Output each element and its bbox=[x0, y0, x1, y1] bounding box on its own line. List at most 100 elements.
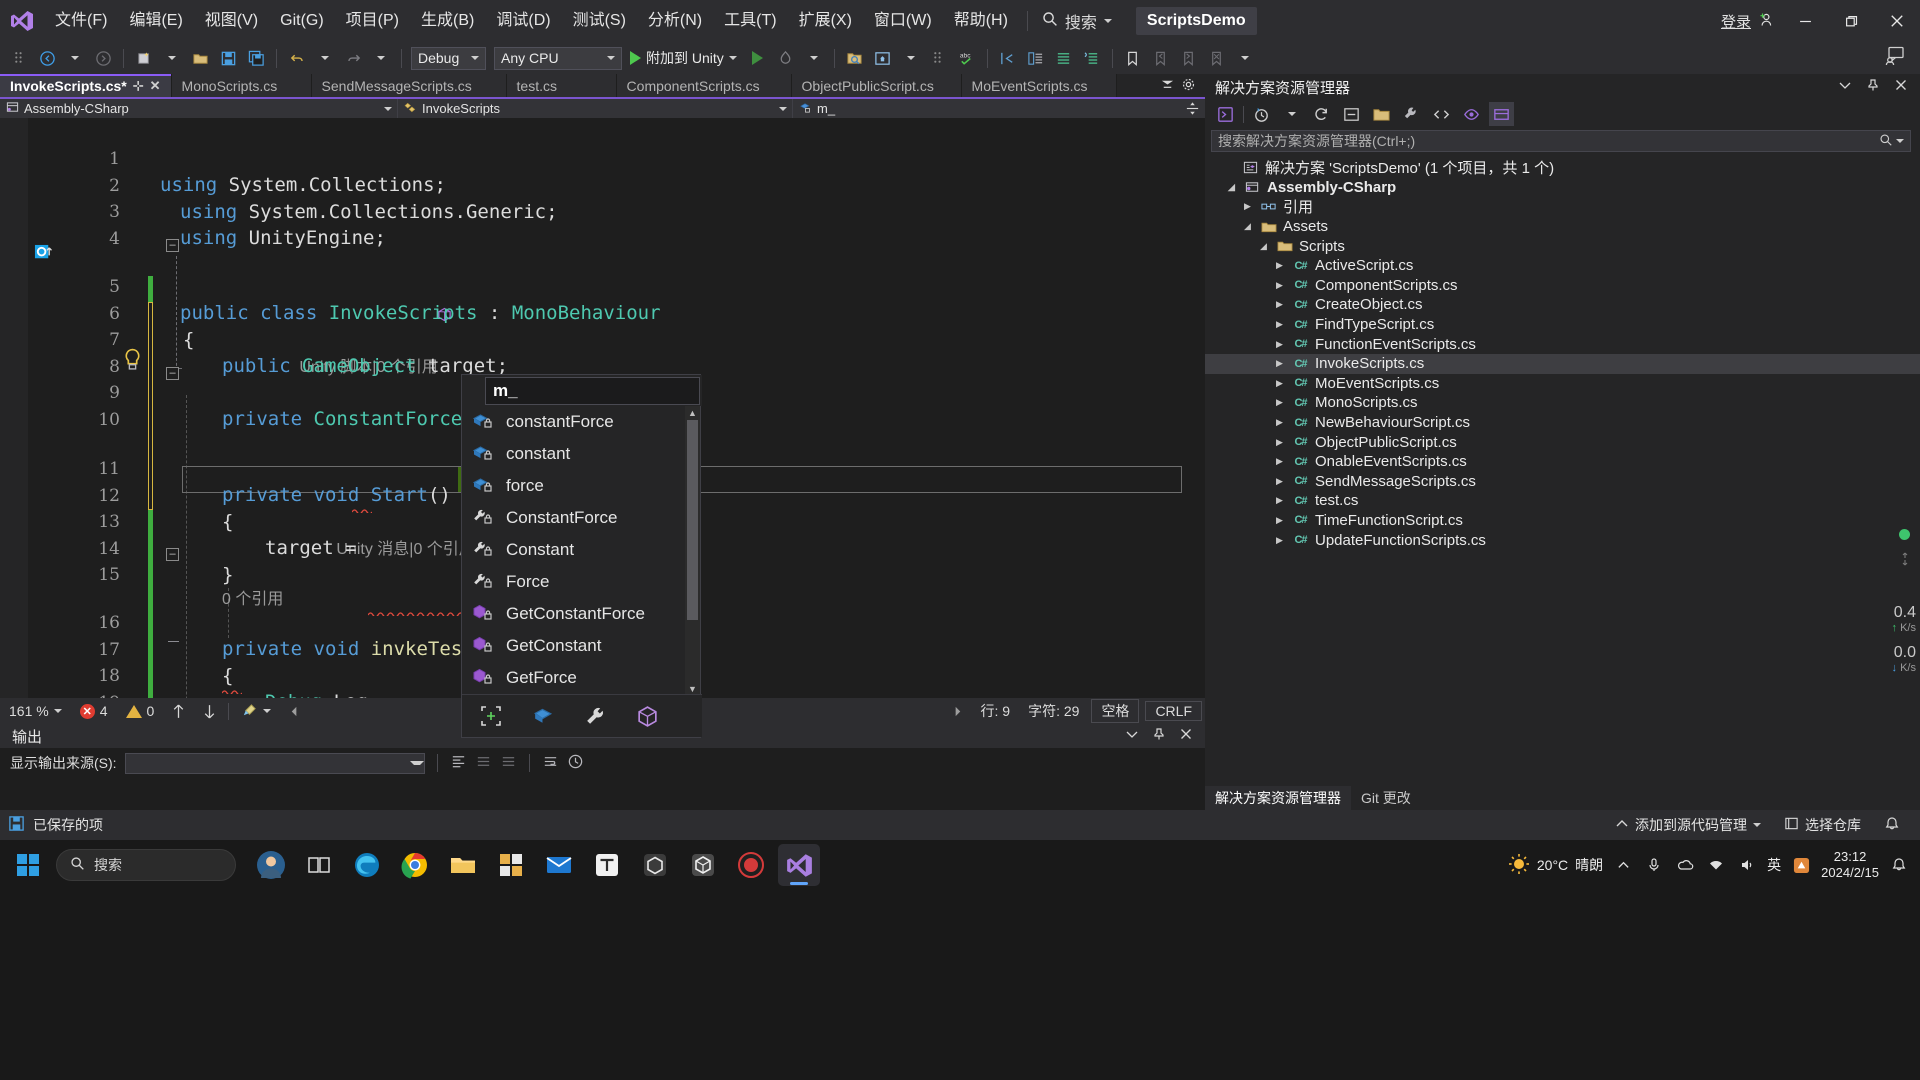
volume-icon[interactable] bbox=[1736, 854, 1758, 876]
chrome-icon[interactable] bbox=[394, 844, 436, 886]
menu-test[interactable]: 测试(S) bbox=[562, 6, 637, 36]
line-indicator[interactable]: 行: 9 bbox=[972, 698, 1020, 724]
show-all-files-icon[interactable] bbox=[1369, 102, 1394, 126]
expander-closed-icon[interactable]: ▶ bbox=[1273, 494, 1286, 507]
codelens-class[interactable]: Unity 脚本|0 个引用 bbox=[0, 223, 451, 376]
close-tab-icon[interactable]: ✕ bbox=[150, 78, 161, 94]
tab-invokescripts[interactable]: InvokeScripts.cs* ⊹ ✕ bbox=[0, 74, 172, 98]
intellisense-popup[interactable]: m_ constantForce constant force Constant… bbox=[461, 374, 702, 738]
zoom-level-select[interactable]: 161 % bbox=[0, 698, 71, 724]
expander-closed-icon[interactable]: ▶ bbox=[1273, 377, 1286, 390]
intellisense-item-getforce[interactable]: GetForce bbox=[462, 662, 702, 694]
new-project-dropdown-icon[interactable] bbox=[159, 45, 185, 71]
previous-bookmark-icon[interactable] bbox=[1148, 45, 1174, 71]
tree-row-findtypescript[interactable]: ▶ C# FindTypeScript.cs bbox=[1205, 315, 1920, 335]
menu-project[interactable]: 项目(P) bbox=[335, 6, 410, 36]
intellisense-item-getconstantforce[interactable]: GetConstantForce bbox=[462, 598, 702, 630]
uncomment-selection-icon[interactable] bbox=[1051, 45, 1077, 71]
copilot-avatar-icon[interactable] bbox=[250, 844, 292, 886]
redo-icon[interactable] bbox=[340, 45, 366, 71]
scroll-up-arrow-icon[interactable]: ▲ bbox=[685, 406, 700, 420]
module-filter-icon[interactable] bbox=[632, 701, 662, 731]
tab-sendmessagescripts[interactable]: SendMessageScripts.cs bbox=[311, 74, 507, 98]
output-find-message-icon[interactable] bbox=[450, 753, 467, 774]
next-bookmark-icon[interactable] bbox=[1176, 45, 1202, 71]
expander-open-icon[interactable]: ◢ bbox=[1225, 181, 1238, 194]
tree-row-objectpublicscript[interactable]: ▶ C# ObjectPublicScript.cs bbox=[1205, 432, 1920, 452]
tree-row-activescript[interactable]: ▶ C# ActiveScript.cs bbox=[1205, 256, 1920, 276]
unity-editor-icon[interactable] bbox=[682, 844, 724, 886]
tree-row-test[interactable]: ▶ C# test.cs bbox=[1205, 491, 1920, 511]
intellisense-item-force[interactable]: force bbox=[462, 470, 702, 502]
menu-view[interactable]: 视图(V) bbox=[194, 6, 269, 36]
expander-closed-icon[interactable]: ▶ bbox=[1273, 475, 1286, 488]
output-toggle-icon[interactable] bbox=[500, 753, 517, 774]
weather-widget[interactable]: 20°C 晴朗 bbox=[1508, 853, 1603, 878]
navigate-backward-icon[interactable] bbox=[34, 45, 60, 71]
indentation-indicator[interactable]: 空格 bbox=[1091, 699, 1140, 723]
expander-open-icon[interactable]: ◢ bbox=[1241, 220, 1254, 233]
tray-app-icon[interactable] bbox=[1790, 854, 1812, 876]
hot-reload-dropdown-icon[interactable] bbox=[801, 45, 827, 71]
expander-closed-icon[interactable]: ▶ bbox=[1273, 455, 1286, 468]
toggle-bookmark-icon[interactable] bbox=[1120, 45, 1146, 71]
visual-studio-icon[interactable] bbox=[778, 844, 820, 886]
expander-closed-icon[interactable]: ▶ bbox=[1273, 259, 1286, 272]
tab-objectpublicscript[interactable]: ObjectPublicScript.cs bbox=[791, 74, 962, 98]
expander-closed-icon[interactable]: ▶ bbox=[1273, 396, 1286, 409]
search-icon[interactable] bbox=[1879, 133, 1893, 150]
next-issue-button[interactable] bbox=[194, 698, 225, 724]
intellisense-scrollbar[interactable]: ▲ ▼ bbox=[685, 406, 700, 696]
build-configuration-select[interactable]: Debug bbox=[411, 46, 486, 70]
pin-icon[interactable] bbox=[1152, 727, 1166, 745]
expander-closed-icon[interactable]: ▶ bbox=[1273, 298, 1286, 311]
taskbar-search-input[interactable]: 搜索 bbox=[56, 849, 236, 881]
breadcrumb-type-select[interactable]: InvokeScripts bbox=[398, 99, 793, 118]
spell-check-icon[interactable]: abc bbox=[954, 45, 980, 71]
output-wordwrap-icon[interactable] bbox=[542, 753, 559, 774]
history-dropdown-icon[interactable] bbox=[1279, 102, 1304, 126]
chevron-down-icon[interactable] bbox=[1838, 78, 1852, 96]
footer-tab-solution-explorer[interactable]: 解决方案资源管理器 bbox=[1205, 786, 1351, 810]
breadcrumb-project-select[interactable]: Assembly-CSharp bbox=[0, 99, 398, 118]
indent-left-icon[interactable] bbox=[995, 45, 1021, 71]
target-platform-select[interactable]: Any CPU bbox=[494, 46, 622, 70]
undo-dropdown-icon[interactable] bbox=[312, 45, 338, 71]
tree-row-componentscripts[interactable]: ▶ C# ComponentScripts.cs bbox=[1205, 276, 1920, 296]
menu-edit[interactable]: 编辑(E) bbox=[118, 6, 193, 36]
unity-hub-icon[interactable] bbox=[634, 844, 676, 886]
close-button[interactable] bbox=[1874, 0, 1920, 42]
tree-row-references[interactable]: ▶ 引用 bbox=[1205, 197, 1920, 217]
tree-row-onableeventscripts[interactable]: ▶ C# OnableEventScripts.cs bbox=[1205, 452, 1920, 472]
previous-issue-button[interactable] bbox=[163, 698, 194, 724]
tab-monoscripts[interactable]: MonoScripts.cs bbox=[171, 74, 312, 98]
microphone-icon[interactable] bbox=[1643, 854, 1665, 876]
onedrive-icon[interactable] bbox=[1674, 854, 1696, 876]
ime-indicator[interactable]: 英 bbox=[1767, 854, 1781, 876]
expander-open-icon[interactable]: ◢ bbox=[1257, 240, 1270, 253]
menu-help[interactable]: 帮助(H) bbox=[943, 6, 1019, 36]
expander-closed-icon[interactable]: ▶ bbox=[1273, 514, 1286, 527]
show-hidden-icons-icon[interactable] bbox=[1612, 854, 1634, 876]
intellisense-item-getconstant[interactable]: GetConstant bbox=[462, 630, 702, 662]
expander-closed-icon[interactable]: ▶ bbox=[1241, 200, 1254, 213]
close-icon[interactable] bbox=[1179, 727, 1193, 745]
solution-tree[interactable]: 解决方案 'ScriptsDemo' (1 个项目，共 1 个) ◢ Assem… bbox=[1205, 158, 1920, 758]
code-cleanup-button[interactable] bbox=[232, 698, 280, 724]
menu-git[interactable]: Git(G) bbox=[269, 6, 335, 36]
tree-row-assembly-csharp[interactable]: ◢ Assembly-CSharp bbox=[1205, 178, 1920, 198]
history-icon[interactable] bbox=[1249, 102, 1274, 126]
line-ending-indicator[interactable]: CRLF bbox=[1145, 701, 1202, 721]
navigate-backward-dropdown-icon[interactable] bbox=[62, 45, 88, 71]
file-explorer-icon[interactable] bbox=[442, 844, 484, 886]
menu-analyze[interactable]: 分析(N) bbox=[637, 6, 713, 36]
taskbar-clock[interactable]: 23:12 2024/2/15 bbox=[1821, 849, 1879, 882]
redo-dropdown-icon[interactable] bbox=[368, 45, 394, 71]
windows-start-icon[interactable] bbox=[0, 840, 56, 890]
properties-icon[interactable] bbox=[1399, 102, 1424, 126]
task-view-icon[interactable] bbox=[298, 844, 340, 886]
expander-icon[interactable] bbox=[476, 701, 506, 731]
global-search[interactable]: 搜索 bbox=[1036, 6, 1118, 36]
filter-icon[interactable] bbox=[1489, 102, 1514, 126]
home-icon[interactable] bbox=[1213, 102, 1238, 126]
